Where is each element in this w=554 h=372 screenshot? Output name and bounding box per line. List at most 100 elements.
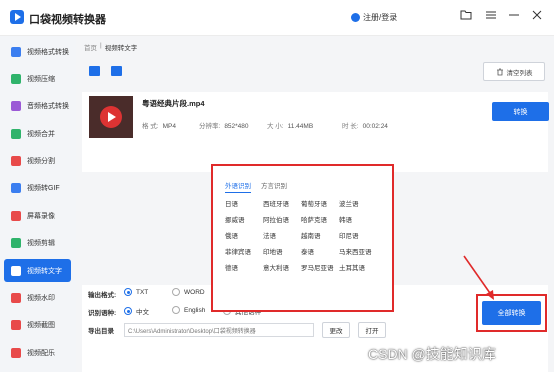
breadcrumb-current: 视频转文字 xyxy=(104,45,138,52)
login-button[interactable]: 注册/登录 xyxy=(351,12,397,23)
language-option[interactable]: 挪威语 xyxy=(225,214,263,230)
output-format-label: 输出格式: xyxy=(88,292,117,299)
login-label: 注册/登录 xyxy=(363,13,398,22)
language-option[interactable]: 德语 xyxy=(225,262,263,278)
language-option[interactable]: 泰语 xyxy=(301,246,339,262)
edit-icon xyxy=(11,237,21,248)
text-icon xyxy=(11,265,21,276)
export-dir-input[interactable] xyxy=(124,323,314,337)
sidebar-item-video-music[interactable]: 视频配乐 xyxy=(4,341,71,364)
sidebar: 视频格式转换 视频压缩 音频格式转换 视频合并 视频分割 视频转GIF 屏幕录像… xyxy=(0,36,76,372)
tab-dialect[interactable]: 方言识别 xyxy=(261,180,287,193)
export-dir-label: 导出目录 xyxy=(88,328,114,335)
open-dir-button[interactable]: 打开 xyxy=(358,322,386,338)
sidebar-item-label: 视频分割 xyxy=(27,157,55,165)
sidebar-item-label: 视频转GIF xyxy=(27,184,60,192)
file-resolution: 分辨率: 852*480 xyxy=(199,120,249,130)
language-option[interactable]: 阿拉伯语 xyxy=(263,214,301,230)
language-option[interactable]: 韩语 xyxy=(339,214,377,230)
gif-icon xyxy=(11,182,21,193)
language-option[interactable]: 西班牙语 xyxy=(263,198,301,214)
record-icon xyxy=(11,210,21,221)
change-dir-button[interactable]: 更改 xyxy=(322,322,350,338)
close-icon[interactable] xyxy=(530,10,544,24)
minimize-icon[interactable] xyxy=(507,10,521,24)
clear-list-button[interactable]: 清空列表 xyxy=(483,62,545,81)
folder-icon[interactable] xyxy=(459,10,473,24)
language-tabs: 外语识别 方言识别 xyxy=(225,180,287,193)
sidebar-item-label: 视频剪辑 xyxy=(27,239,55,247)
sidebar-item-audio-format-convert[interactable]: 音频格式转换 xyxy=(4,94,71,117)
breadcrumb-home[interactable]: 首页 xyxy=(84,42,97,52)
music-icon xyxy=(11,347,21,358)
sidebar-item-label: 屏幕录像 xyxy=(27,212,55,220)
language-option[interactable]: 法语 xyxy=(263,230,301,246)
language-option[interactable]: 日语 xyxy=(225,198,263,214)
language-option[interactable]: 意大利语 xyxy=(263,262,301,278)
file-name: 粤语经典片段.mp4 xyxy=(142,99,205,108)
breadcrumb-separator: | xyxy=(100,42,102,49)
language-option[interactable]: 印地语 xyxy=(263,246,301,262)
menu-icon[interactable] xyxy=(484,10,498,24)
sidebar-item-screen-record[interactable]: 屏幕录像 xyxy=(4,204,71,227)
convert-button[interactable]: 转换 xyxy=(492,102,549,121)
language-option[interactable]: 菲律宾语 xyxy=(225,246,263,262)
compress-icon xyxy=(11,73,21,84)
convert-all-highlight: 全部转换 xyxy=(476,294,547,332)
sidebar-item-video-merge[interactable]: 视频合并 xyxy=(4,122,71,145)
radio-selected-icon xyxy=(124,307,132,315)
language-option[interactable]: 印尼语 xyxy=(339,230,377,246)
resolution-value: 852*480 xyxy=(224,123,249,130)
add-folder-icon[interactable] xyxy=(111,66,122,76)
main-area: 首页 | 视频转文字 清空列表 粤语经典片段.mp4 格 式: MP4 分辨率: 8… xyxy=(76,36,554,372)
convert-all-button[interactable]: 全部转换 xyxy=(482,301,541,325)
sidebar-item-video-screenshot[interactable]: 视频截图 xyxy=(4,313,71,336)
sidebar-item-video-edit[interactable]: 视频剪辑 xyxy=(4,231,71,254)
language-panel: 外语识别 方言识别 日语 西班牙语 葡萄牙语 波兰语 挪威语 阿拉伯语 哈萨克语… xyxy=(211,164,394,312)
play-icon[interactable] xyxy=(100,106,122,128)
breadcrumb: 首页 | 视频转文字 xyxy=(84,42,137,52)
audio-icon xyxy=(11,100,21,111)
sidebar-item-video-watermark[interactable]: 视频水印 xyxy=(4,286,71,309)
sidebar-item-label: 视频压缩 xyxy=(27,75,55,83)
lang-option-english[interactable]: English xyxy=(172,306,205,314)
size-key: 大 小: xyxy=(267,123,284,130)
clear-list-label: 清空列表 xyxy=(506,69,533,77)
lang-option-chinese[interactable]: 中文 xyxy=(124,306,149,316)
sidebar-item-label: 视频配乐 xyxy=(27,349,55,357)
add-file-icon[interactable] xyxy=(89,66,100,76)
language-option[interactable]: 罗马尼亚语 xyxy=(301,262,339,278)
watermark-icon xyxy=(11,292,21,303)
sidebar-item-video-to-text[interactable]: 视频转文字 xyxy=(4,259,71,282)
language-option[interactable]: 葡萄牙语 xyxy=(301,198,339,214)
format-key: 格 式: xyxy=(142,123,159,130)
language-option[interactable]: 越南语 xyxy=(301,230,339,246)
language-option[interactable]: 哈萨克语 xyxy=(301,214,339,230)
app-title: 口袋视频转换器 xyxy=(29,14,106,26)
tab-foreign-language[interactable]: 外语识别 xyxy=(225,180,251,193)
lang-option-label: 中文 xyxy=(136,309,149,316)
screenshot-icon xyxy=(11,319,21,330)
radio-icon xyxy=(172,306,180,314)
format-option-label: WORD xyxy=(184,288,205,296)
merge-icon xyxy=(11,128,21,139)
sidebar-item-video-format-convert[interactable]: 视频格式转换 xyxy=(4,40,71,63)
sidebar-item-video-to-gif[interactable]: 视频转GIF xyxy=(4,176,71,199)
format-option-txt[interactable]: TXT xyxy=(124,288,148,296)
sidebar-item-video-split[interactable]: 视频分割 xyxy=(4,149,71,172)
radio-icon xyxy=(172,288,180,296)
sidebar-item-label: 视频转文字 xyxy=(27,267,62,275)
language-option[interactable]: 波兰语 xyxy=(339,198,377,214)
sidebar-item-video-compress[interactable]: 视频压缩 xyxy=(4,67,71,90)
language-option[interactable]: 俄语 xyxy=(225,230,263,246)
video-convert-icon xyxy=(11,46,21,57)
format-option-word[interactable]: WORD xyxy=(172,288,205,296)
language-option[interactable]: 马来西亚语 xyxy=(339,246,377,262)
language-option[interactable]: 土耳其语 xyxy=(339,262,377,278)
format-option-label: TXT xyxy=(136,288,149,296)
language-grid: 日语 西班牙语 葡萄牙语 波兰语 挪威语 阿拉伯语 哈萨克语 韩语 俄语 法语 … xyxy=(225,198,377,278)
user-icon xyxy=(351,13,360,22)
split-icon xyxy=(11,155,21,166)
duration-key: 时 长: xyxy=(342,123,359,130)
format-value: MP4 xyxy=(162,123,176,130)
